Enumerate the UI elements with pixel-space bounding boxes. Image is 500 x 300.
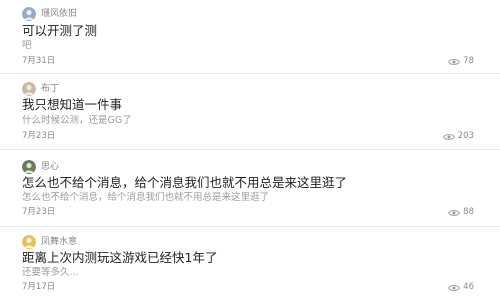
avatar-icon <box>22 235 36 249</box>
post-excerpt: 吧 <box>22 40 32 51</box>
eye-icon <box>448 209 461 216</box>
view-count: 78 <box>448 56 474 67</box>
author-name[interactable]: 思心 <box>41 161 59 173</box>
view-count-value: 88 <box>463 207 474 217</box>
view-count: 203 <box>442 131 474 142</box>
post-list: 珊风依旧 可以开测了测 吧 7月31日 78 布丁 我只想知道一件事 什么时候公… <box>0 0 500 300</box>
post-title[interactable]: 怎么也不给个消息，给个消息我们也就不用总是来这里逛了 <box>22 175 347 191</box>
avatar-icon <box>22 82 36 96</box>
post-title[interactable]: 可以开测了测 <box>22 23 97 39</box>
view-count-value: 203 <box>457 131 474 141</box>
post-excerpt: 还要等多久... <box>22 267 79 278</box>
avatar-icon <box>22 7 36 21</box>
post-item[interactable]: 凤舞水意 距离上次内测玩这游戏已经快1年了 还要等多久... 7月17日 46 <box>0 227 500 300</box>
post-excerpt: 什么时候公测，还是GG了 <box>22 115 132 126</box>
post-item[interactable]: 珊风依旧 可以开测了测 吧 7月31日 78 <box>0 0 500 74</box>
post-date: 7月31日 <box>22 56 56 66</box>
author-row: 珊风依旧 <box>22 6 77 22</box>
author-name[interactable]: 布丁 <box>41 83 59 95</box>
author-row: 布丁 <box>22 81 59 97</box>
avatar[interactable] <box>22 7 36 21</box>
eye-icon <box>448 58 461 65</box>
post-item[interactable]: 思心 怎么也不给个消息，给个消息我们也就不用总是来这里逛了 怎么也不给个消息，给… <box>0 150 500 227</box>
post-date: 7月23日 <box>22 207 56 217</box>
post-title[interactable]: 距离上次内测玩这游戏已经快1年了 <box>22 250 217 266</box>
author-row: 凤舞水意 <box>22 234 77 250</box>
post-title[interactable]: 我只想知道一件事 <box>22 97 122 113</box>
avatar[interactable] <box>22 82 36 96</box>
post-date: 7月23日 <box>22 131 56 141</box>
view-count-value: 46 <box>463 282 474 292</box>
eye-icon <box>448 284 461 291</box>
view-count: 88 <box>448 207 474 218</box>
view-count: 46 <box>448 282 474 293</box>
post-item[interactable]: 布丁 我只想知道一件事 什么时候公测，还是GG了 7月23日 203 <box>0 74 500 150</box>
post-excerpt: 怎么也不给个消息，给个消息我们也就不用总是来这里逛了 <box>22 192 270 203</box>
author-name[interactable]: 珊风依旧 <box>41 8 77 20</box>
avatar-icon <box>22 160 36 174</box>
avatar[interactable] <box>22 160 36 174</box>
avatar[interactable] <box>22 235 36 249</box>
eye-icon <box>442 133 455 140</box>
post-date: 7月17日 <box>22 282 56 292</box>
view-count-value: 78 <box>463 56 474 66</box>
author-row: 思心 <box>22 159 59 175</box>
author-name[interactable]: 凤舞水意 <box>41 236 77 248</box>
